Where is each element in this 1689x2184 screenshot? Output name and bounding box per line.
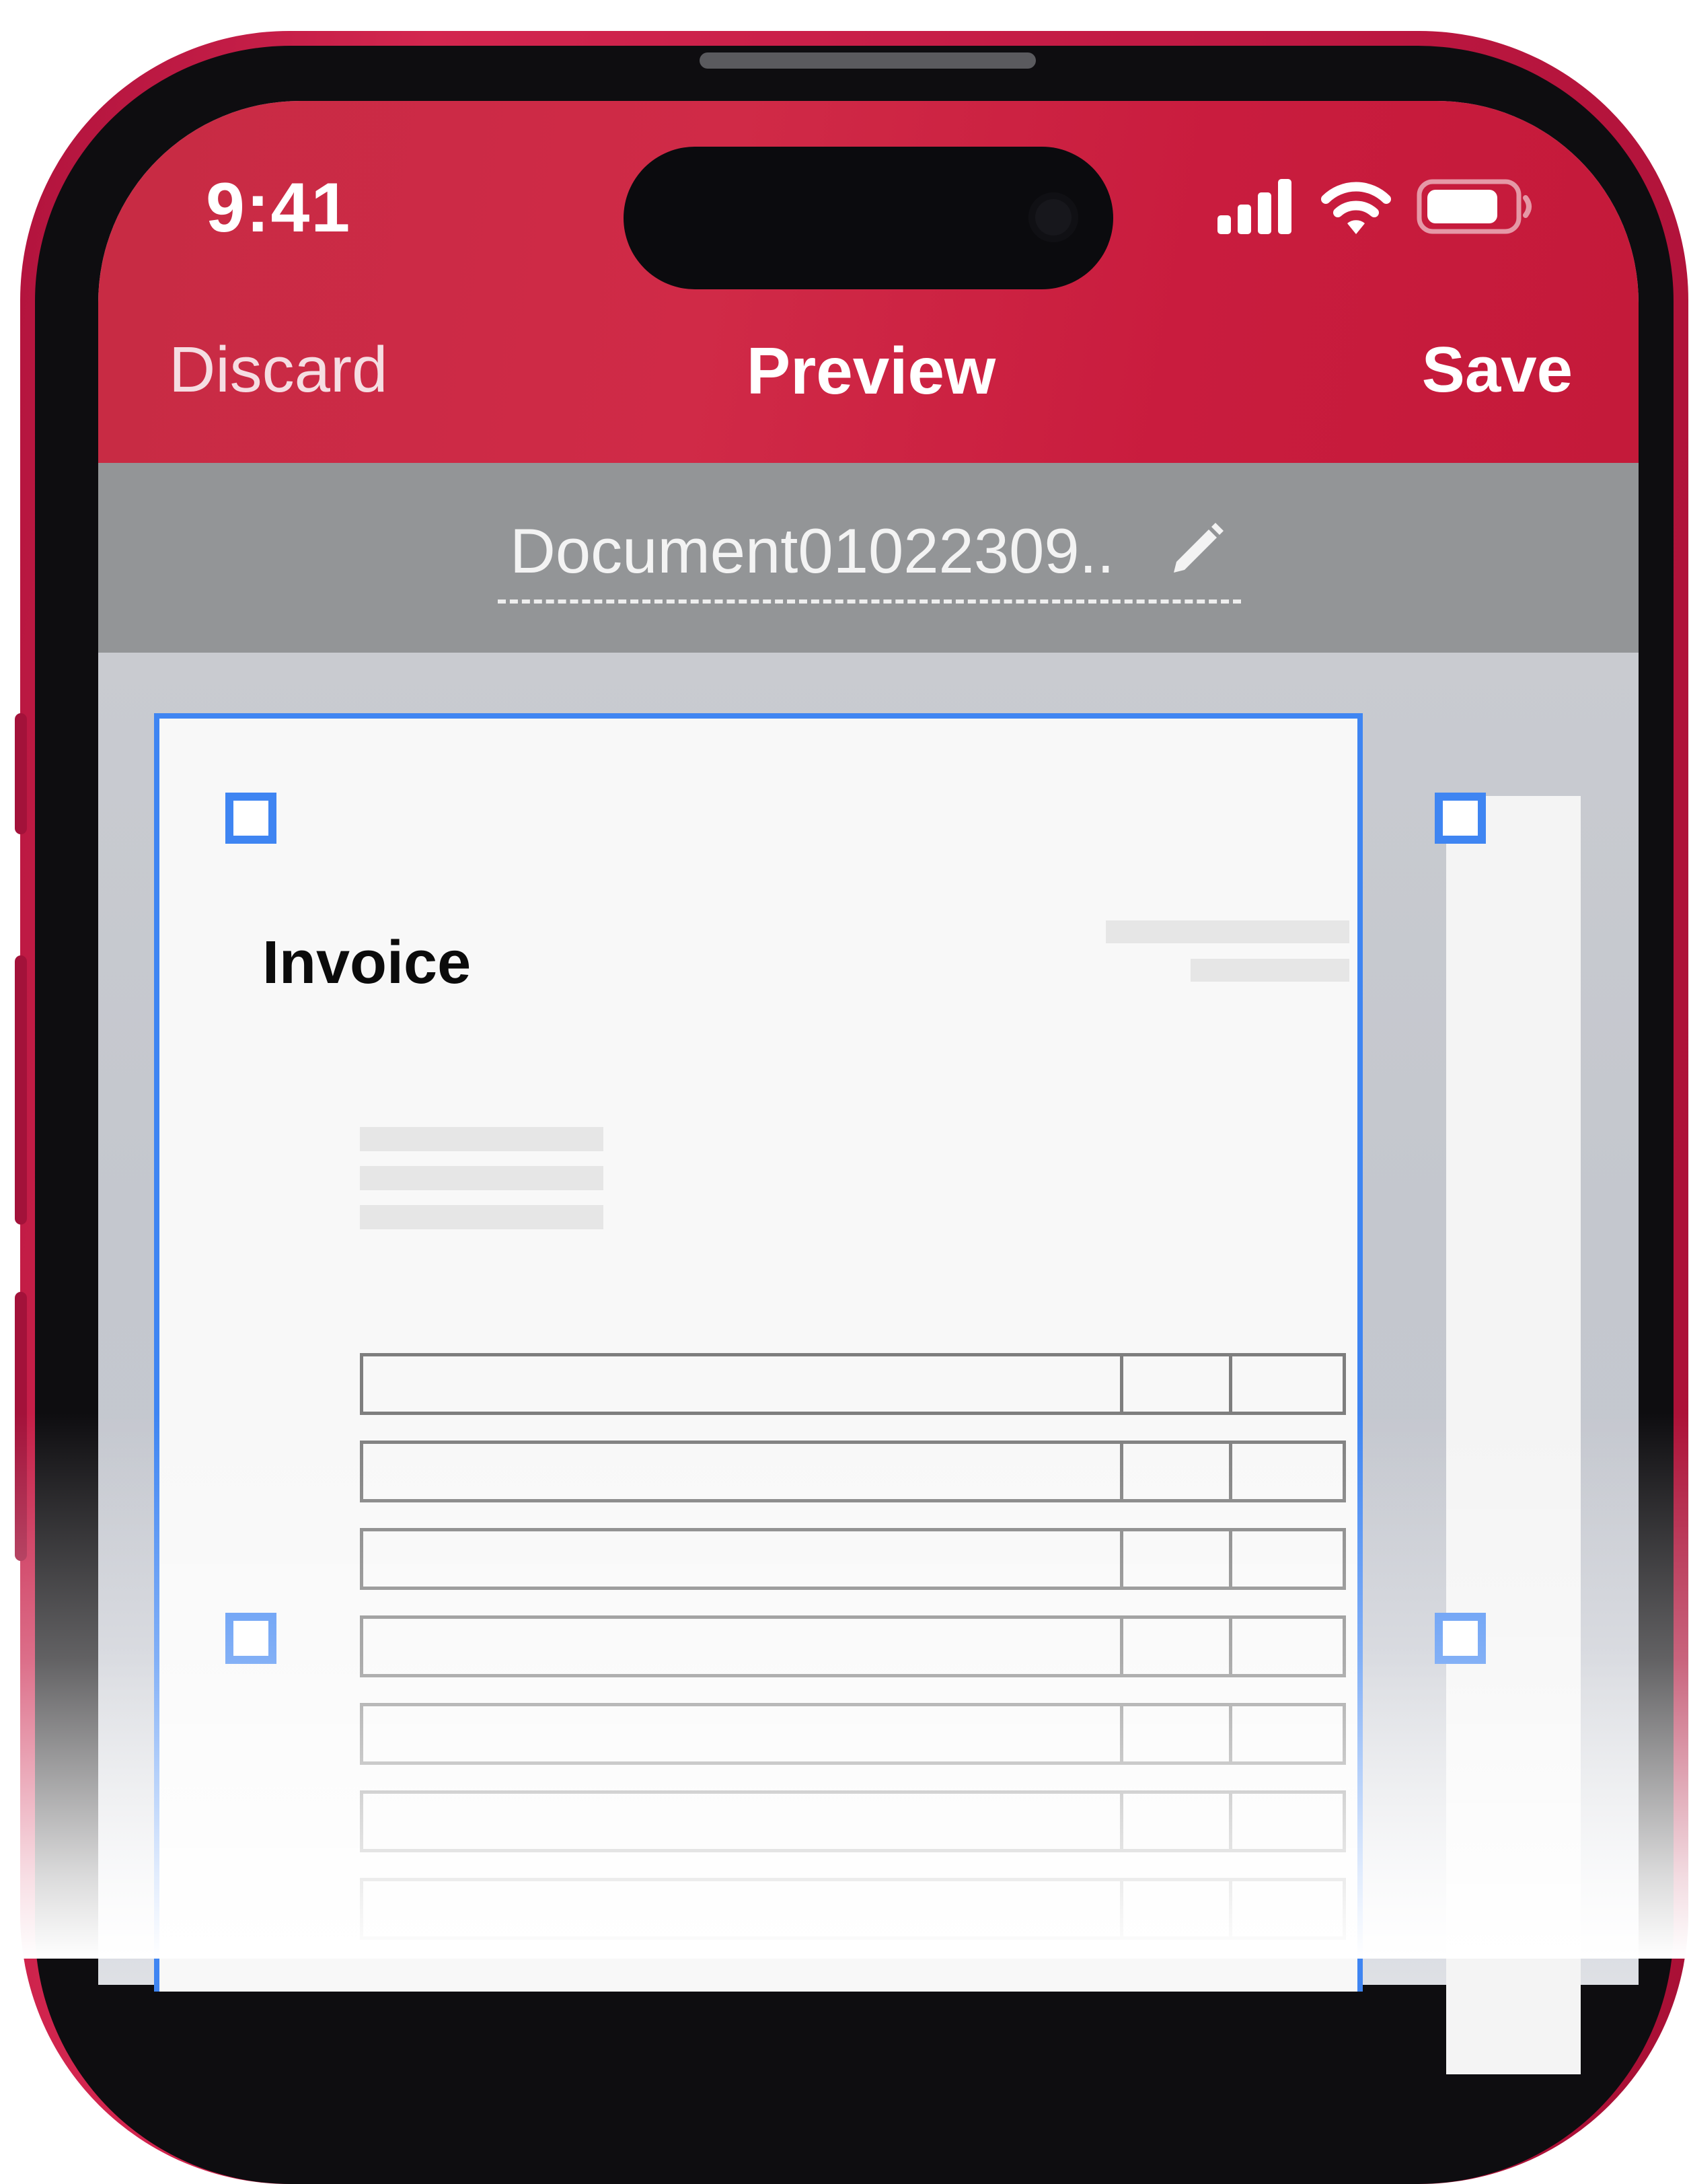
volume-down-button <box>15 1292 27 1561</box>
save-button[interactable]: Save <box>1422 333 1573 407</box>
document-name-underline <box>498 599 1241 604</box>
crop-handle-mid-right[interactable] <box>1435 1613 1486 1664</box>
wifi-icon <box>1321 182 1391 234</box>
cellular-signal-icon <box>1217 179 1291 234</box>
document-name: Document01022309.. <box>510 515 1115 586</box>
speaker-grille <box>700 52 1036 69</box>
dynamic-island <box>624 147 1113 289</box>
pencil-icon[interactable] <box>1167 519 1228 579</box>
crop-handle-top-left[interactable] <box>225 793 276 844</box>
battery-icon <box>1417 179 1532 234</box>
document-name-field[interactable]: Document01022309.. <box>498 515 1241 604</box>
crop-handle-mid-left[interactable] <box>225 1613 276 1664</box>
next-page-preview[interactable] <box>1446 796 1581 2074</box>
status-time: 9:41 <box>206 169 352 247</box>
front-camera-icon <box>1028 192 1078 242</box>
status-icons <box>1215 176 1551 237</box>
action-button <box>15 713 27 834</box>
app-header: 9:41 Discard Preview Save <box>98 101 1639 463</box>
crop-frame[interactable] <box>154 713 1363 1992</box>
volume-up-button <box>15 955 27 1225</box>
page-title: Preview <box>746 334 996 408</box>
crop-handle-top-right[interactable] <box>1435 793 1486 844</box>
